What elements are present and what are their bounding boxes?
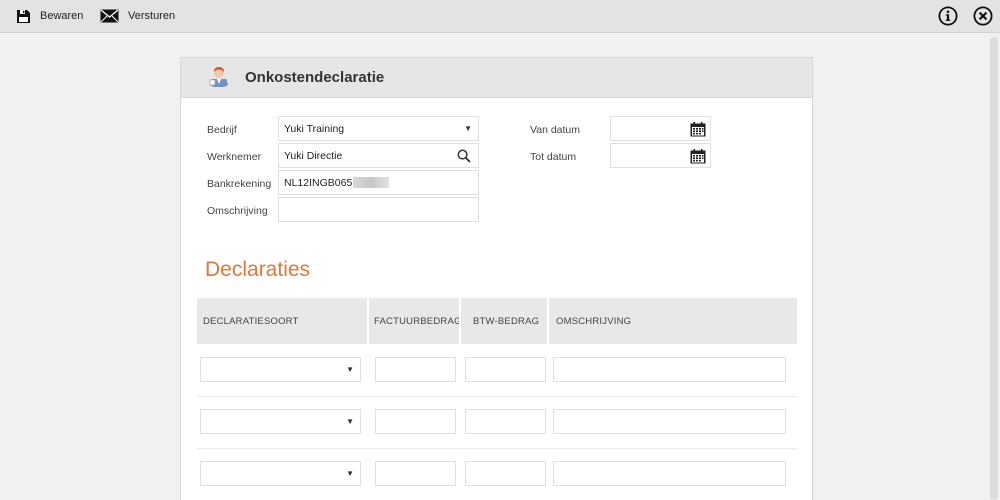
btw-bedrag-input[interactable] [465, 409, 546, 434]
chevron-down-icon: ▼ [464, 124, 472, 133]
van-datum-label: Van datum [530, 124, 581, 136]
toolbar: Bewaren Versturen [0, 0, 1000, 33]
btw-bedrag-input[interactable] [465, 357, 546, 382]
bedrijf-label: Bedrijf [207, 124, 237, 136]
save-button[interactable]: Bewaren [16, 0, 83, 32]
expense-claim-panel: Onkostendeclaratie Bedrijf Yuki Training… [180, 57, 813, 500]
info-button[interactable] [938, 6, 958, 26]
column-divider [459, 298, 461, 344]
column-header-declaratiesoort: DECLARATIESOORT [203, 315, 299, 327]
vertical-scrollbar[interactable] [988, 33, 1000, 500]
envelope-icon [100, 9, 119, 23]
declaratiesoort-select[interactable]: ▼ [200, 409, 361, 434]
search-icon[interactable] [457, 149, 471, 163]
chevron-down-icon: ▼ [346, 365, 354, 374]
omschrijving-label: Omschrijving [207, 205, 268, 217]
omschrijving-input[interactable] [553, 357, 786, 382]
person-icon [209, 67, 228, 87]
van-datum-field[interactable] [610, 116, 711, 141]
column-divider [367, 298, 369, 344]
send-button[interactable]: Versturen [100, 0, 175, 32]
werknemer-label: Werknemer [207, 151, 262, 163]
save-button-label: Bewaren [40, 10, 84, 22]
column-header-factuurbedrag: FACTUURBEDRAG [374, 315, 462, 327]
row-divider [197, 448, 797, 449]
column-header-omschrijving: OMSCHRIJVING [556, 315, 632, 327]
chevron-down-icon: ▼ [346, 417, 354, 426]
werknemer-value: Yuki Directie [284, 149, 343, 162]
tot-datum-field[interactable] [610, 143, 711, 168]
bankrekening-value: NL12INGB065 [284, 176, 353, 189]
declaraties-table-header: DECLARATIESOORT FACTUURBEDRAG BTW-BEDRAG… [197, 298, 797, 344]
scrollbar-thumb[interactable] [990, 37, 998, 500]
declaratiesoort-select[interactable]: ▼ [200, 461, 361, 486]
redacted-digits [353, 177, 390, 188]
bankrekening-label: Bankrekening [207, 178, 272, 190]
calendar-icon[interactable] [690, 122, 706, 137]
werknemer-field[interactable]: Yuki Directie [278, 143, 479, 168]
factuurbedrag-input[interactable] [375, 357, 456, 382]
column-header-btw-bedrag: BTW-BEDRAG [473, 315, 540, 327]
chevron-down-icon: ▼ [346, 469, 354, 478]
close-button[interactable] [973, 6, 993, 26]
panel-header: Onkostendeclaratie [181, 58, 812, 98]
declaratiesoort-select[interactable]: ▼ [200, 357, 361, 382]
bedrijf-select[interactable]: Yuki Training ▼ [278, 116, 479, 141]
bankrekening-field[interactable]: NL12INGB065 [278, 170, 479, 195]
send-button-label: Versturen [128, 10, 176, 22]
btw-bedrag-input[interactable] [465, 461, 546, 486]
column-divider [547, 298, 549, 344]
omschrijving-input[interactable] [553, 461, 786, 486]
calendar-icon[interactable] [690, 149, 706, 164]
factuurbedrag-input[interactable] [375, 409, 456, 434]
info-icon [938, 6, 958, 26]
omschrijving-input[interactable] [553, 409, 786, 434]
panel-title: Onkostendeclaratie [245, 69, 385, 86]
declaraties-title: Declaraties [205, 258, 311, 281]
row-divider [197, 396, 797, 397]
omschrijving-field[interactable] [278, 197, 479, 222]
factuurbedrag-input[interactable] [375, 461, 456, 486]
bedrijf-value: Yuki Training [284, 122, 345, 135]
close-circle-icon [973, 6, 993, 26]
floppy-disk-icon [17, 9, 30, 23]
tot-datum-label: Tot datum [530, 151, 577, 163]
